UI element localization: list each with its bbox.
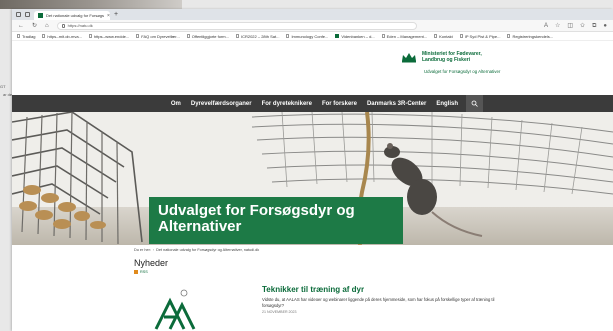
- news-heading: Nyheder: [134, 258, 169, 268]
- page-icon: [507, 34, 511, 38]
- side-text: GT: [0, 84, 6, 89]
- reload-icon[interactable]: ↻: [32, 23, 37, 29]
- ministry-logo[interactable]: Ministeriet for Fødevarer, Landbrug og F…: [400, 51, 502, 63]
- tab-actions-icon[interactable]: [25, 12, 30, 17]
- bookmark-item[interactable]: FAQ om Dyrevelfær...: [136, 34, 180, 39]
- browser-window: Det nationale udvalg for Forsøgs × + ← ↻…: [12, 9, 613, 331]
- bookmark-item[interactable]: https--mit.ob-mva...: [42, 34, 82, 39]
- hero-image: Udvalget for Forsøgsdyr og Alternativer: [12, 112, 613, 245]
- nav-item-om[interactable]: Om: [166, 101, 186, 107]
- read-aloud-icon[interactable]: A: [544, 23, 548, 29]
- tab-strip: Det nationale udvalg for Forsøgs × +: [12, 9, 613, 20]
- home-icon[interactable]: ⌂: [45, 23, 49, 29]
- url-text: https://natu.dk: [67, 23, 93, 28]
- tab-title: Det nationale udvalg for Forsøgs: [46, 13, 105, 18]
- bookmark-item[interactable]: ICR2022 – 28th Sat...: [235, 34, 279, 39]
- ministry-name: Ministeriet for Fødevarer, Landbrug og F…: [422, 51, 482, 63]
- breadcrumb-current[interactable]: Det nationale udvalg for Forsøgsdyr og A…: [156, 248, 259, 252]
- page-icon: [286, 34, 290, 38]
- back-icon[interactable]: ←: [18, 23, 24, 29]
- page-icon: [42, 34, 46, 38]
- page-icon: [136, 34, 140, 38]
- bookmark-item[interactable]: Kontakt: [434, 34, 453, 39]
- hero-title: Udvalget for Forsøgsdyr og Alternativer: [149, 197, 403, 244]
- aalas-logo[interactable]: [150, 287, 202, 331]
- main-navigation: Om Dyrevelfærdsorganer For dyreteknikere…: [12, 95, 613, 112]
- profile-icon[interactable]: ●: [603, 23, 607, 29]
- bookmark-item[interactable]: Eden – Management...: [381, 34, 427, 39]
- site-favicon-icon: [38, 13, 43, 18]
- site-favicon-icon: [335, 34, 340, 38]
- page-icon: [434, 34, 438, 38]
- bookmark-item[interactable]: IP Syd Pist & Pipe...: [459, 34, 500, 39]
- nav-item-forskere[interactable]: For forskere: [317, 101, 362, 107]
- browser-tab[interactable]: Det nationale udvalg for Forsøgs ×: [34, 11, 110, 20]
- page-icon: [186, 34, 190, 38]
- page-icon: [459, 34, 463, 38]
- rss-label: RSS: [140, 270, 148, 274]
- url-field[interactable]: https://natu.dk: [56, 21, 417, 30]
- breadcrumb-prefix: Du er her:: [134, 248, 151, 252]
- bookmark-item[interactable]: Videnbanken – d...: [335, 34, 375, 39]
- background-photo-edge: [0, 0, 182, 9]
- close-tab-icon[interactable]: ×: [107, 13, 110, 19]
- page-icon: [17, 34, 20, 38]
- bookmark-item[interactable]: Offentliggjorte form...: [186, 34, 229, 39]
- nav-item-english[interactable]: English: [431, 101, 463, 107]
- workspace-icon[interactable]: [16, 12, 21, 17]
- browser-tools: A ☆ ◫ ✩ ⧉ ●: [544, 23, 607, 29]
- rss-link[interactable]: RSS: [134, 270, 148, 274]
- search-button[interactable]: [466, 95, 483, 112]
- nav-item-3r-center[interactable]: Danmarks 3R-Center: [362, 101, 431, 107]
- rss-icon: [134, 270, 138, 274]
- lock-icon: [61, 23, 65, 28]
- bookmark-item[interactable]: Tradlag: [17, 34, 35, 39]
- favorites-icon[interactable]: ✩: [580, 23, 585, 29]
- bookmark-item[interactable]: https--www.endde...: [88, 34, 129, 39]
- breadcrumb: Du er her: › Det nationale udvalg for Fors…: [134, 248, 260, 252]
- article-title[interactable]: Teknikker til træning af dyr: [262, 285, 364, 294]
- bookmark-item[interactable]: Registreringskendels...: [507, 34, 553, 39]
- search-icon: [471, 100, 478, 107]
- article-summary: Vidste du, at AALAS har videoer og webin…: [262, 297, 495, 308]
- new-tab-button[interactable]: +: [114, 11, 118, 18]
- nav-item-dyrevelfaerdsorganer[interactable]: Dyrevelfærdsorganer: [186, 101, 257, 107]
- article-date: 21 NOVEMBER 2023: [262, 310, 297, 314]
- favorite-star-icon[interactable]: ☆: [555, 23, 560, 29]
- page-icon: [88, 34, 92, 38]
- nav-item-dyreteknikere[interactable]: For dyreteknikere: [257, 101, 317, 107]
- bookmarks-bar: Tradlag https--mit.ob-mva... https--www.…: [12, 32, 613, 41]
- unit-name: Udvalget for Forsøgsdyr og Alternativer: [424, 69, 501, 74]
- collections-icon[interactable]: ⧉: [592, 23, 596, 29]
- page-icon: [381, 34, 385, 38]
- crown-icon: [402, 53, 416, 63]
- address-bar-row: ← ↻ ⌂ https://natu.dk A ☆ ◫ ✩ ⧉ ●: [12, 20, 613, 32]
- side-text: ar de: [3, 92, 13, 97]
- bookmark-item[interactable]: Immunology Confe...: [286, 34, 328, 39]
- site-header: Ministeriet for Fødevarer, Landbrug og F…: [12, 41, 613, 95]
- split-screen-icon[interactable]: ◫: [567, 23, 573, 29]
- page-icon: [235, 34, 239, 38]
